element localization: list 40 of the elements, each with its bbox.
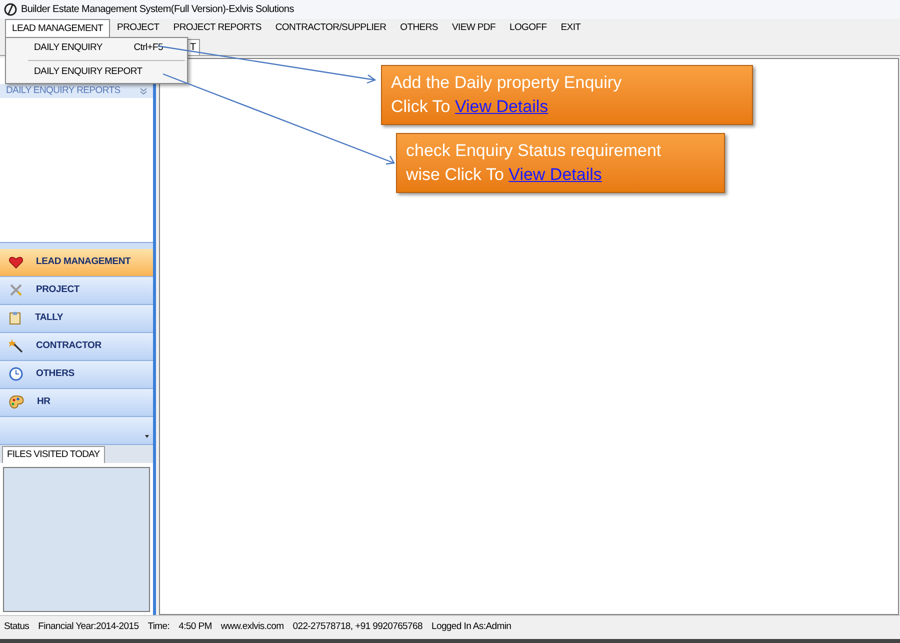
magic-wand-icon xyxy=(9,339,23,353)
dropdown-item[interactable]: DAILY ENQUIRY Ctrl+F5 xyxy=(6,39,187,58)
status-text: Financial Year:2014-2015 xyxy=(38,620,139,634)
status-text: 022-27578718, +91 9920765768 xyxy=(292,620,422,634)
nav-item[interactable]: TALLY xyxy=(0,304,153,332)
files-visited-tab[interactable]: FILES VISITED TODAY xyxy=(2,446,105,462)
dropdown-item[interactable]: DAILY ENQUIRY REPORT xyxy=(6,63,187,82)
status-text: 4:50 PM xyxy=(178,620,212,634)
palette-icon xyxy=(9,395,24,409)
nav-item[interactable]: CONTRACTOR xyxy=(0,332,153,360)
window-title: Builder Estate Management System(Full Version)-Exlvis Solutions xyxy=(21,3,294,17)
heart-icon xyxy=(9,256,23,268)
nav-item[interactable]: HR xyxy=(0,388,153,416)
menu-item[interactable]: PROJECT xyxy=(110,19,166,38)
nav-item[interactable]: PROJECT xyxy=(0,276,153,304)
menu-item[interactable]: LEAD MANAGEMENT xyxy=(5,19,110,38)
nav-item[interactable]: LEAD MANAGEMENT xyxy=(0,248,153,276)
status-text: Time: xyxy=(148,620,170,634)
clipboard-icon xyxy=(9,311,22,325)
tools-icon xyxy=(9,283,23,297)
app-logo-icon xyxy=(4,3,17,16)
section-title: DAILY ENQUIRY REPORTS xyxy=(6,84,120,98)
callout-text: check Enquiry Status requirement wise Click To View Details xyxy=(406,141,662,184)
callout-text: Add the Daily property Enquiry Click To View Details xyxy=(391,73,622,116)
menu-item[interactable]: LOGOFF xyxy=(502,19,554,38)
shortcut-text: Ctrl+F5 xyxy=(134,41,163,56)
splitter-grip[interactable] xyxy=(0,242,153,248)
status-text: Status xyxy=(4,620,30,634)
menu-item[interactable]: OTHERS xyxy=(393,19,445,38)
menu-item[interactable]: CONTRACTOR/SUPPLIER xyxy=(268,19,394,38)
clock-icon xyxy=(9,367,23,381)
nav-item[interactable]: OTHERS xyxy=(0,360,153,388)
menu-item[interactable]: PROJECT REPORTS xyxy=(166,19,268,38)
section-header[interactable]: DAILY ENQUIRY REPORTS xyxy=(0,84,153,98)
status-text: Logged In As:Admin xyxy=(431,620,512,634)
double-chevron-icon[interactable] xyxy=(140,88,147,94)
dropdown-arrow-icon[interactable] xyxy=(145,434,149,438)
menu-item[interactable]: EXIT xyxy=(554,19,588,38)
menu-item[interactable]: VIEW PDF xyxy=(444,19,502,38)
status-text: www.exlvis.com xyxy=(220,620,284,634)
